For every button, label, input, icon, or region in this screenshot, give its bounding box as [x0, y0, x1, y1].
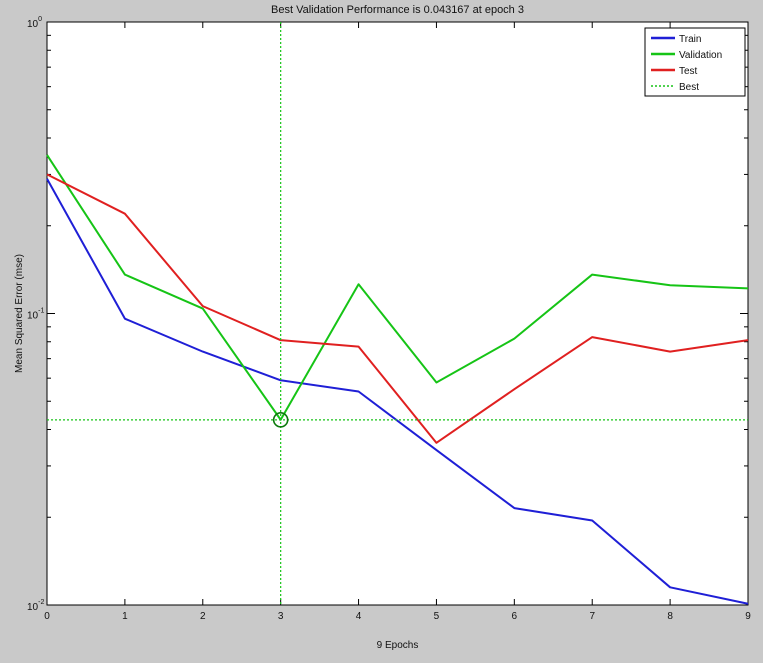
x-axis-label: 9 Epochs: [377, 640, 419, 651]
chart-figure: Best Validation Performance is 0.043167 …: [0, 0, 763, 663]
x-tick-label: 7: [589, 611, 595, 622]
x-tick-label: 4: [356, 611, 362, 622]
performance-chart: Best Validation Performance is 0.043167 …: [0, 0, 763, 663]
x-tick-label: 9: [745, 611, 751, 622]
x-tick-label: 1: [122, 611, 128, 622]
legend-label: Validation: [679, 50, 722, 61]
legend-label: Best: [679, 82, 699, 93]
plot-area: [46, 21, 749, 606]
x-tick-label: 6: [512, 611, 518, 622]
y-axis-label: Mean Squared Error (mse): [14, 254, 25, 373]
x-tick-label: 2: [200, 611, 206, 622]
legend: Train Validation Test Best: [644, 27, 746, 97]
x-tick-label: 8: [667, 611, 673, 622]
legend-label: Train: [679, 34, 701, 45]
chart-title: Best Validation Performance is 0.043167 …: [271, 4, 524, 16]
x-tick-label: 5: [434, 611, 440, 622]
legend-label: Test: [679, 66, 698, 77]
x-tick-label: 0: [44, 611, 50, 622]
x-tick-label: 3: [278, 611, 284, 622]
